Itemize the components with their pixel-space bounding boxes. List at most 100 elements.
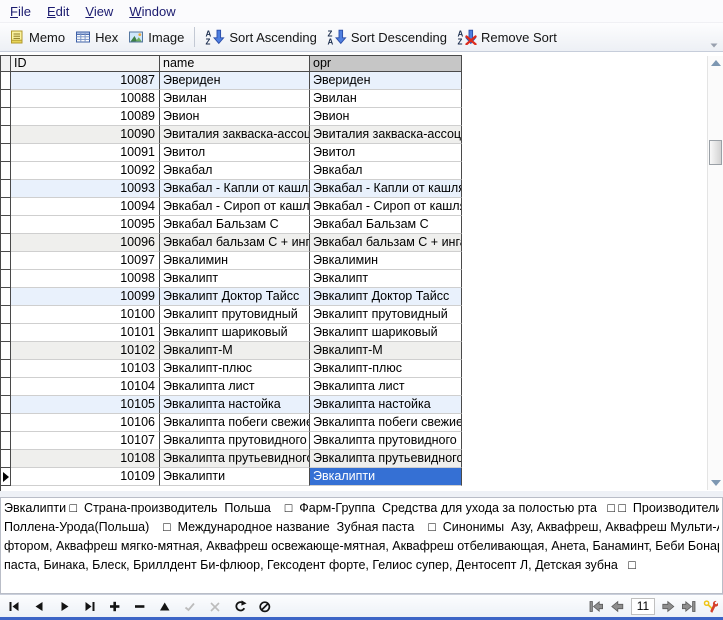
column-header-name[interactable]: name (160, 55, 310, 72)
cell-id[interactable]: 10087 (11, 72, 160, 90)
block-record-button[interactable] (258, 600, 272, 613)
cell-opr[interactable]: Эвилан (310, 90, 462, 108)
menu-item-view[interactable]: View (77, 1, 121, 22)
column-header-id[interactable]: ID (11, 55, 160, 72)
cell-name[interactable]: Эвкалипта прутьевидного л (160, 450, 310, 468)
cell-name[interactable]: Эвкабал (160, 162, 310, 180)
cell-opr[interactable]: Эвион (310, 108, 462, 126)
delete-record-button[interactable] (133, 600, 147, 613)
cell-id[interactable]: 10106 (11, 414, 160, 432)
row-selector[interactable] (1, 414, 11, 432)
page-next-button[interactable] (661, 600, 676, 613)
cell-name[interactable]: Эвкалипт Доктор Тайсс (160, 288, 310, 306)
cell-name[interactable]: Эвкабал - Капли от кашля (160, 180, 310, 198)
row-selector[interactable] (1, 252, 11, 270)
cell-id[interactable]: 10088 (11, 90, 160, 108)
page-last-button[interactable] (682, 600, 697, 613)
page-first-button[interactable] (589, 600, 604, 613)
cell-id[interactable]: 10089 (11, 108, 160, 126)
cell-opr[interactable]: Эвериден (310, 72, 462, 90)
cell-name[interactable]: Эвкалипт прутовидный (160, 306, 310, 324)
cell-id[interactable]: 10094 (11, 198, 160, 216)
cell-opr[interactable]: Эвиталия закваска-ассоциат (310, 126, 462, 144)
cell-id[interactable]: 10103 (11, 360, 160, 378)
cell-id[interactable]: 10093 (11, 180, 160, 198)
row-selector[interactable] (1, 360, 11, 378)
refresh-record-button[interactable] (233, 600, 247, 613)
row-selector[interactable] (1, 324, 11, 342)
toolbar-options-chevron-down-icon[interactable] (710, 35, 718, 53)
cell-opr[interactable]: Эвитол (310, 144, 462, 162)
cell-name[interactable]: Эвкалипти (160, 468, 310, 486)
last-record-button[interactable] (83, 600, 97, 613)
column-header-opr[interactable]: opr (310, 55, 462, 72)
cell-opr[interactable]: Эвкалипт шариковый (310, 324, 462, 342)
row-selector[interactable] (1, 450, 11, 468)
cell-name[interactable]: Эвкалипта побеги свежие (160, 414, 310, 432)
cell-name[interactable]: Эвкалимин (160, 252, 310, 270)
toolbar-button-sort-descending[interactable]: ZASort Descending (322, 27, 452, 47)
cell-opr[interactable]: Эвкабал (310, 162, 462, 180)
cell-id[interactable]: 10090 (11, 126, 160, 144)
row-selector[interactable] (1, 162, 11, 180)
cell-opr[interactable]: Эвкабал - Сироп от кашля (310, 198, 462, 216)
page-prev-button[interactable] (610, 600, 625, 613)
row-selector[interactable] (1, 396, 11, 414)
cell-name[interactable]: Эвкалипта настойка (160, 396, 310, 414)
toolbar-button-hex[interactable]: Hex (70, 27, 123, 47)
cell-opr[interactable]: Эвкалипта прутовидного по (310, 432, 462, 450)
cell-opr[interactable]: Эвкалипта прутьевидного л (310, 450, 462, 468)
cell-id[interactable]: 10108 (11, 450, 160, 468)
cell-name[interactable]: Эвион (160, 108, 310, 126)
edit-record-button[interactable] (158, 600, 172, 613)
cell-opr[interactable]: Эвкабал - Капли от кашля (310, 180, 462, 198)
row-selector[interactable] (1, 144, 11, 162)
cell-name[interactable]: Эвериден (160, 72, 310, 90)
cell-id[interactable]: 10107 (11, 432, 160, 450)
cell-id[interactable]: 10105 (11, 396, 160, 414)
record-number-field[interactable]: 11 (631, 598, 655, 615)
first-record-button[interactable] (8, 600, 22, 613)
cell-id[interactable]: 10096 (11, 234, 160, 252)
cell-name[interactable]: Эвкабал Бальзам С (160, 216, 310, 234)
cell-name[interactable]: Эвкалипт шариковый (160, 324, 310, 342)
scroll-up-arrow-icon[interactable] (711, 60, 721, 66)
cell-name[interactable]: Эвитол (160, 144, 310, 162)
row-selector[interactable] (1, 342, 11, 360)
cell-id[interactable]: 10099 (11, 288, 160, 306)
row-selector[interactable] (1, 72, 11, 90)
cell-name[interactable]: Эвкалипт-плюс (160, 360, 310, 378)
cell-name[interactable]: Эвкабал - Сироп от кашля (160, 198, 310, 216)
cell-opr[interactable]: Эвкалимин (310, 252, 462, 270)
toolbar-button-remove-sort[interactable]: AZRemove Sort (452, 27, 562, 47)
row-selector[interactable] (1, 378, 11, 396)
cell-id[interactable]: 10102 (11, 342, 160, 360)
cell-opr[interactable]: Эвкалипт-М (310, 342, 462, 360)
prior-record-button[interactable] (33, 600, 47, 613)
cell-opr[interactable]: Эвкалипта побеги свежие (310, 414, 462, 432)
row-selector[interactable] (1, 288, 11, 306)
row-selector[interactable] (1, 216, 11, 234)
scrollbar-thumb[interactable] (709, 140, 722, 165)
cell-id[interactable]: 10101 (11, 324, 160, 342)
key-wrench-icon[interactable] (703, 600, 718, 613)
row-selector[interactable] (1, 270, 11, 288)
cell-opr[interactable]: Эвкалипт (310, 270, 462, 288)
row-selector[interactable] (1, 198, 11, 216)
menu-item-file[interactable]: File (2, 1, 39, 22)
cell-name[interactable]: Эвилан (160, 90, 310, 108)
cell-opr[interactable]: Эвкалипт прутовидный (310, 306, 462, 324)
row-selector[interactable] (1, 306, 11, 324)
cell-name[interactable]: Эвиталия закваска-ассоциат (160, 126, 310, 144)
insert-record-button[interactable] (108, 600, 122, 613)
row-selector[interactable] (1, 126, 11, 144)
toolbar-button-sort-ascending[interactable]: AZSort Ascending (200, 27, 321, 47)
cell-name[interactable]: Эвкабал бальзам С + ингаля (160, 234, 310, 252)
cell-name[interactable]: Эвкалипта прутовидного по (160, 432, 310, 450)
cell-id[interactable]: 10104 (11, 378, 160, 396)
cell-opr[interactable]: Эвкалипта лист (310, 378, 462, 396)
cell-id[interactable]: 10098 (11, 270, 160, 288)
cell-opr[interactable]: Эвкалипт Доктор Тайсс (310, 288, 462, 306)
next-record-button[interactable] (58, 600, 72, 613)
cell-id[interactable]: 10091 (11, 144, 160, 162)
